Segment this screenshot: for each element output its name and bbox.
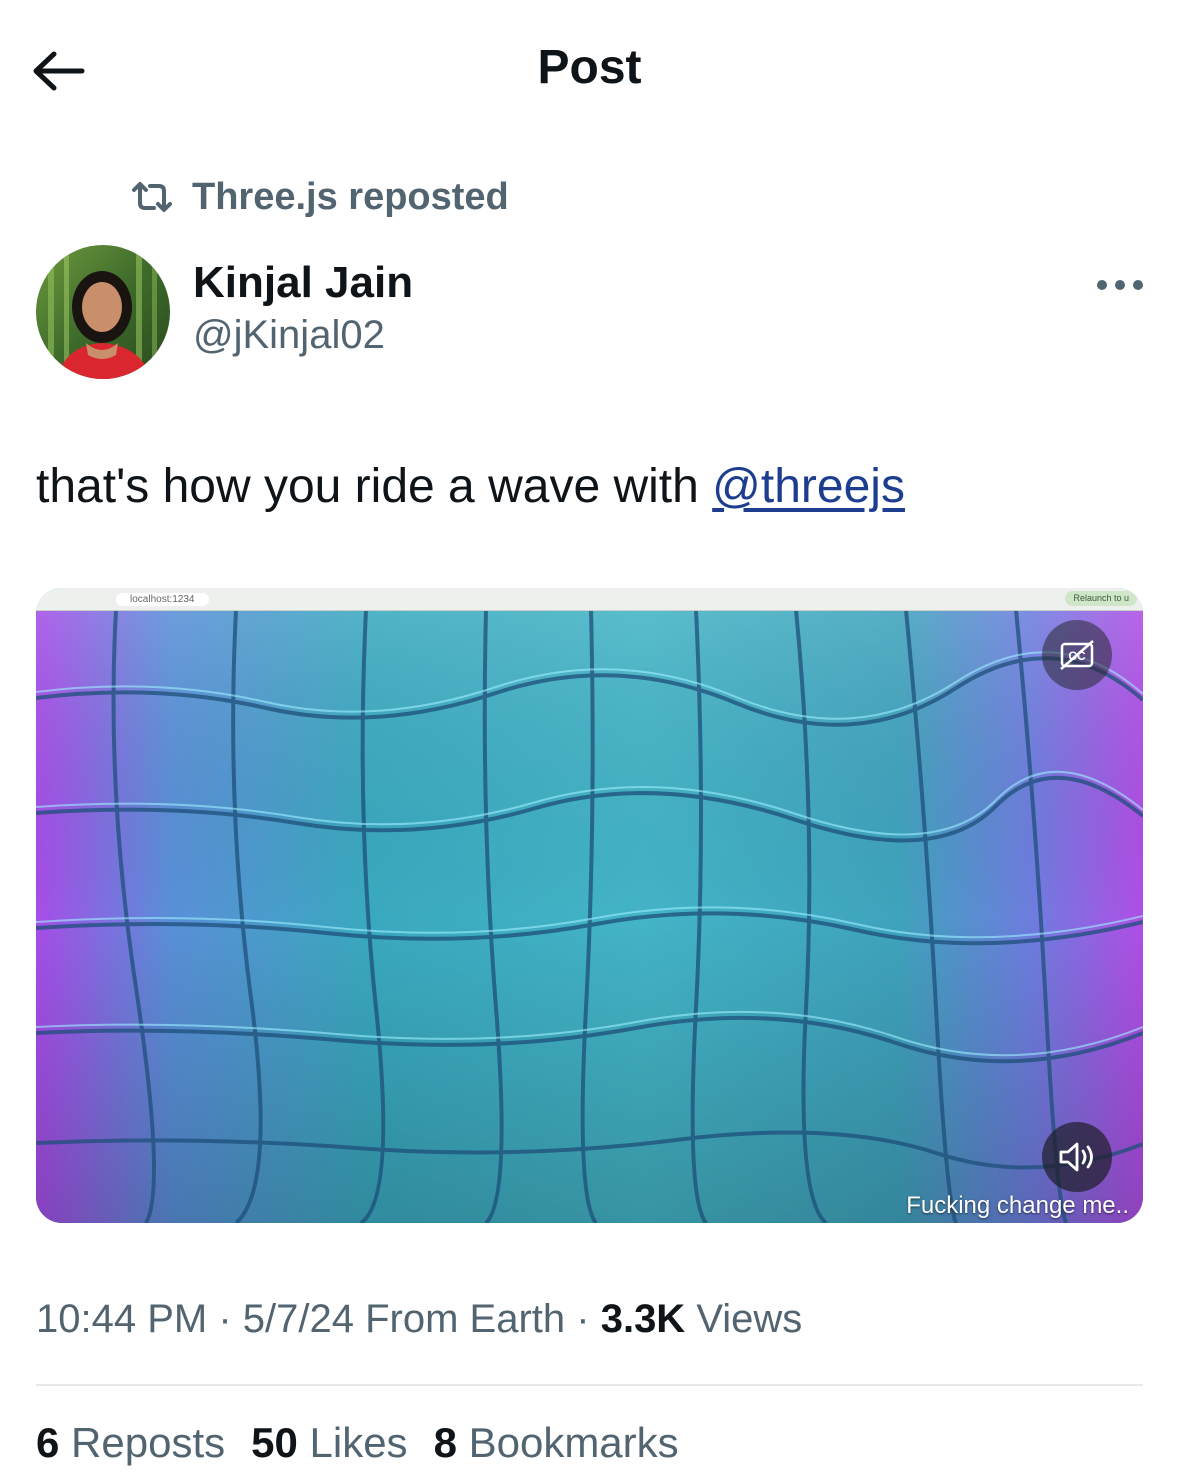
post-time: 10:44 PM [36, 1297, 208, 1341]
more-options-button[interactable] [1090, 265, 1150, 305]
more-horizontal-icon [1097, 280, 1143, 290]
bookmarks-stat[interactable]: 8 Bookmarks [434, 1419, 679, 1467]
author-handle[interactable]: @jKinjal02 [193, 313, 385, 358]
engagement-stats: 6 Reposts 50 Likes 8 Bookmarks [36, 1419, 679, 1467]
post-meta: 10:44 PM · 5/7/24 From Earth · 3.3K View… [36, 1297, 803, 1341]
post-date: 5/7/24 [242, 1297, 354, 1341]
volume-button[interactable] [1042, 1122, 1112, 1192]
captions-off-icon: CC [1060, 640, 1094, 670]
repost-text: Three.js reposted [192, 175, 509, 218]
video-player[interactable]: localhost:1234 Relaunch to u CC Fucking … [36, 588, 1143, 1223]
reposts-count: 6 [36, 1419, 60, 1466]
divider [36, 1384, 1143, 1386]
post-text-body: that's how you ride a wave with [36, 460, 713, 513]
likes-count: 50 [251, 1419, 298, 1466]
captions-button[interactable]: CC [1042, 620, 1112, 690]
post-location: From Earth [365, 1297, 566, 1341]
post-text: that's how you ride a wave with @threejs [36, 455, 905, 519]
mention-link[interactable]: @threejs [712, 460, 905, 513]
views-count: 3.3K [600, 1297, 686, 1341]
likes-stat[interactable]: 50 Likes [251, 1419, 407, 1467]
browser-url: localhost:1234 [116, 592, 209, 606]
video-frame [36, 609, 1143, 1223]
avatar[interactable] [36, 245, 170, 379]
likes-label: Likes [309, 1419, 408, 1466]
reposts-label: Reposts [71, 1419, 226, 1466]
reposts-stat[interactable]: 6 Reposts [36, 1419, 225, 1467]
bookmarks-count: 8 [433, 1419, 457, 1466]
video-caption: Fucking change me.. [906, 1192, 1129, 1219]
views-label: Views [696, 1297, 803, 1341]
browser-toolbar: localhost:1234 Relaunch to u [36, 588, 1143, 611]
bookmarks-label: Bookmarks [468, 1419, 679, 1466]
volume-icon [1059, 1142, 1093, 1172]
relaunch-button: Relaunch to u [1065, 591, 1137, 606]
page-title: Post [537, 41, 642, 94]
repost-indicator[interactable]: Three.js reposted [130, 172, 509, 222]
author-name[interactable]: Kinjal Jain [193, 258, 413, 308]
repost-icon [132, 182, 172, 212]
